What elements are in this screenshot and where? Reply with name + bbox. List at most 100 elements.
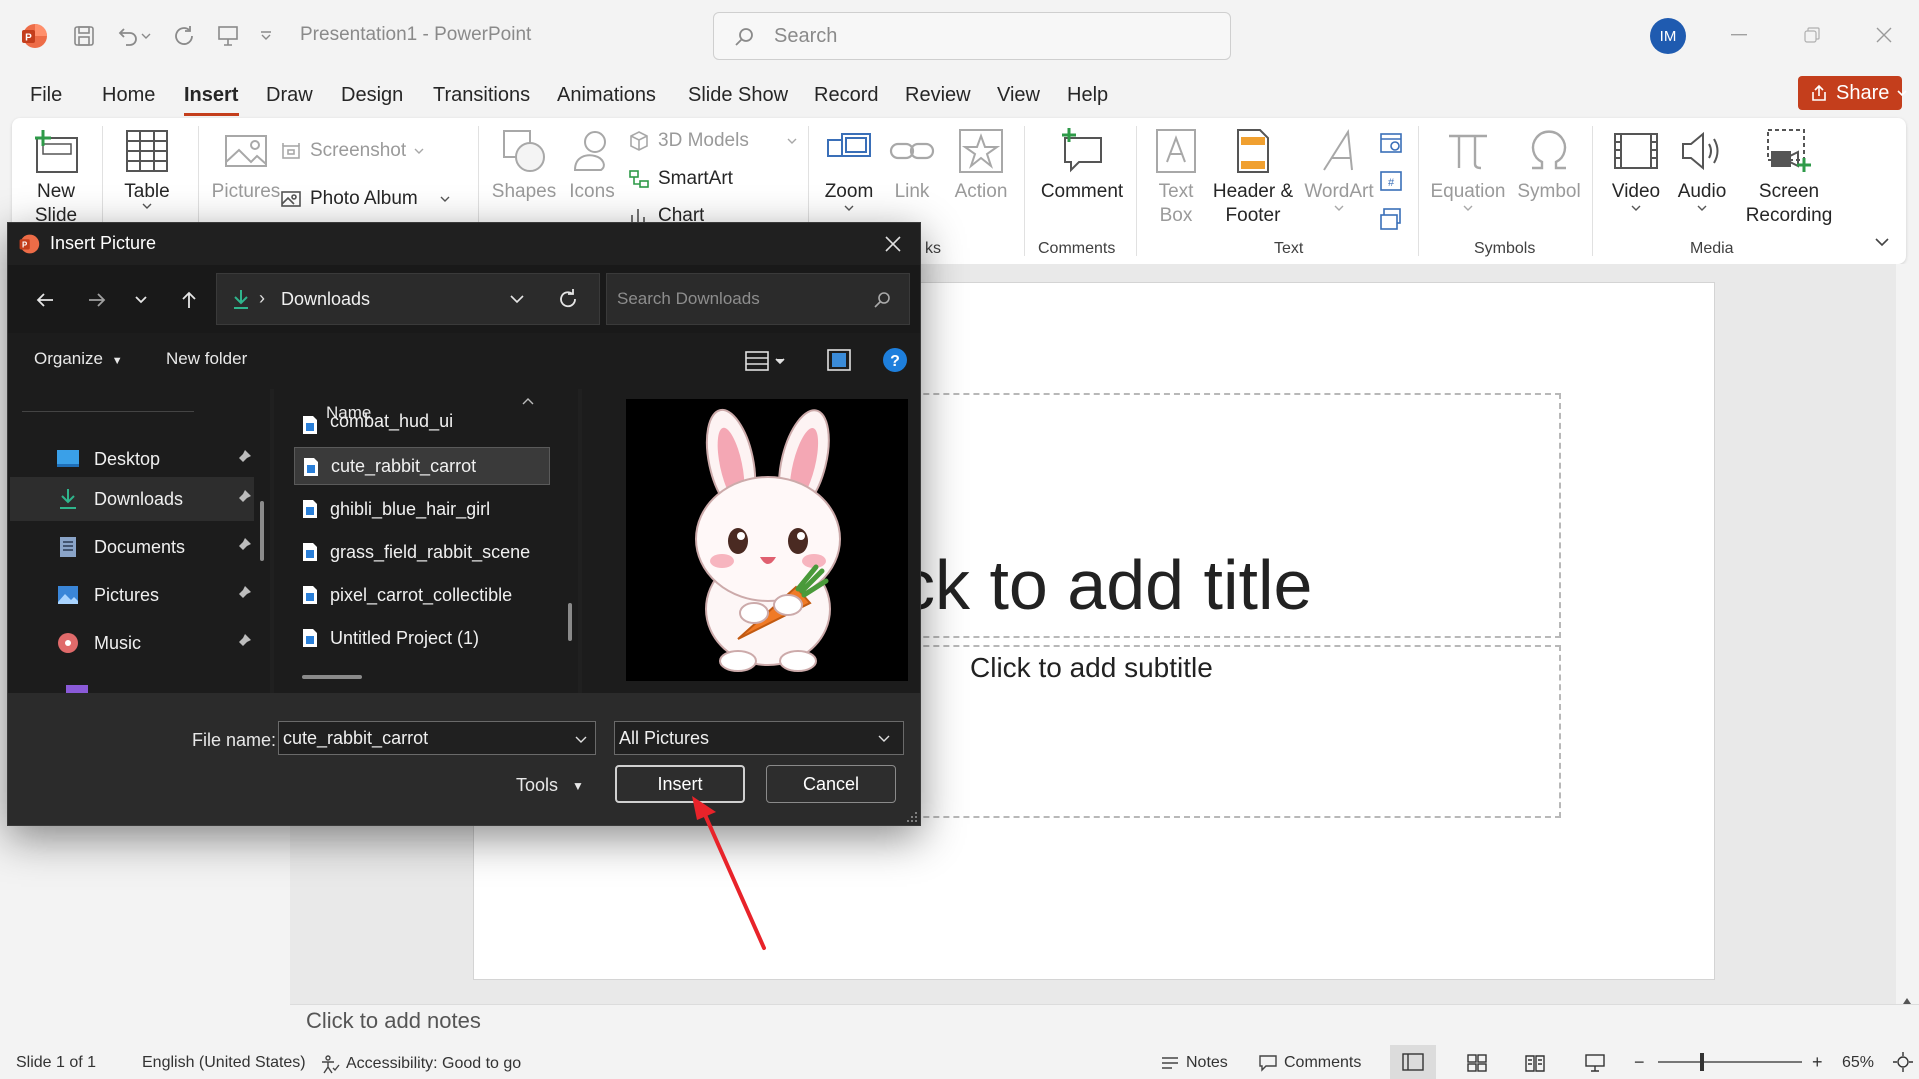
customize-toolbar-icon[interactable] [256, 18, 276, 54]
undo-dropdown-icon[interactable] [138, 18, 154, 54]
nav-item-downloads[interactable]: Downloads [10, 477, 254, 521]
audio-button[interactable]: Audio [1670, 126, 1734, 212]
notes-button[interactable]: Notes [1160, 1054, 1228, 1072]
equation-button[interactable]: Equation [1428, 126, 1508, 212]
shapes-button[interactable]: Shapes [490, 126, 558, 204]
preview-pane-icon[interactable] [826, 347, 852, 373]
file-name-input[interactable] [278, 721, 596, 755]
screen-recording-button[interactable]: Screen Recording [1738, 126, 1840, 228]
tab-review[interactable]: Review [905, 84, 971, 107]
new-folder-button[interactable]: New folder [166, 349, 247, 369]
redo-icon[interactable] [166, 18, 202, 54]
tab-transitions[interactable]: Transitions [433, 84, 530, 107]
tab-insert[interactable]: Insert [184, 84, 238, 107]
ribbon-collapse-icon[interactable] [1874, 236, 1890, 248]
tab-design[interactable]: Design [341, 84, 403, 107]
object-icon[interactable] [1378, 206, 1404, 232]
minimize-icon[interactable] [1724, 20, 1754, 50]
table-button[interactable]: Table [112, 126, 182, 210]
avatar[interactable]: IM [1650, 18, 1686, 54]
resize-grip-icon[interactable] [906, 811, 918, 823]
comment-button[interactable]: Comment [1034, 126, 1130, 204]
forward-arrow-icon[interactable] [80, 283, 114, 317]
vertical-scrollbar[interactable] [1896, 264, 1919, 1040]
header-footer-button[interactable]: Header & Footer [1210, 126, 1296, 228]
fit-slide-icon[interactable] [1892, 1051, 1914, 1073]
breadcrumb-downloads[interactable]: Downloads [281, 289, 370, 310]
new-slide-button[interactable]: New Slide [26, 126, 86, 228]
zoom-in-icon[interactable]: + [1812, 1052, 1823, 1073]
zoom-level[interactable]: 65% [1842, 1054, 1874, 1072]
back-arrow-icon[interactable] [28, 283, 62, 317]
icons-button[interactable]: Icons [562, 126, 622, 204]
save-icon[interactable] [66, 18, 102, 54]
tools-button[interactable]: Tools ▼ [516, 775, 584, 796]
pin-icon[interactable] [234, 449, 252, 467]
horizontal-scrollbar[interactable] [302, 675, 362, 679]
symbol-button[interactable]: Symbol [1514, 126, 1584, 204]
zoom-out-icon[interactable]: − [1634, 1052, 1645, 1073]
tab-file[interactable]: File [30, 84, 62, 107]
slideshow-view-icon[interactable] [1584, 1053, 1606, 1073]
list-item[interactable]: combat_hud_ui [294, 413, 550, 439]
file-list-scrollbar[interactable] [568, 603, 572, 641]
chevron-down-icon[interactable] [574, 735, 588, 745]
tab-view[interactable]: View [997, 84, 1040, 107]
tab-record[interactable]: Record [814, 84, 878, 107]
nav-item-music[interactable]: Music [10, 621, 254, 665]
help-icon[interactable]: ? [882, 347, 908, 373]
date-time-icon[interactable] [1378, 130, 1404, 156]
address-bar[interactable]: › Downloads [216, 273, 600, 325]
view-options-icon[interactable] [744, 349, 788, 373]
3d-models-button[interactable]: 3D Models [628, 130, 797, 152]
normal-view-button[interactable] [1390, 1045, 1436, 1079]
search-downloads-input[interactable]: Search Downloads [606, 273, 910, 325]
tab-draw[interactable]: Draw [266, 84, 313, 107]
zoom-slider[interactable] [1658, 1061, 1802, 1063]
text-box-button[interactable]: Text Box [1146, 126, 1206, 228]
language-indicator[interactable]: English (United States) [142, 1054, 306, 1072]
recent-locations-chevron-icon[interactable] [124, 283, 158, 317]
pin-icon[interactable] [234, 489, 252, 507]
slide-number-icon[interactable]: # [1378, 168, 1404, 194]
refresh-icon[interactable] [557, 288, 579, 310]
list-item[interactable]: Untitled Project (1) [294, 619, 550, 657]
tab-slide-show[interactable]: Slide Show [688, 84, 788, 107]
action-button[interactable]: Action [948, 126, 1014, 204]
nav-scrollbar[interactable] [260, 501, 264, 561]
restore-icon[interactable] [1797, 20, 1827, 50]
file-type-select[interactable]: All Pictures [614, 721, 904, 755]
reading-view-icon[interactable] [1524, 1053, 1546, 1073]
close-icon[interactable] [1869, 20, 1899, 50]
zoom-slider-thumb[interactable] [1700, 1053, 1704, 1071]
zoom-button[interactable]: Zoom [818, 126, 880, 212]
search-input[interactable]: Search [713, 12, 1231, 60]
up-arrow-icon[interactable] [172, 283, 206, 317]
slide-sorter-icon[interactable] [1466, 1053, 1488, 1073]
link-button[interactable]: Link [884, 126, 940, 204]
close-icon[interactable] [880, 231, 906, 257]
notes-pane[interactable] [290, 1004, 1919, 1040]
chevron-down-icon[interactable] [509, 294, 525, 304]
accessibility-checker[interactable]: Accessibility: Good to go [320, 1054, 521, 1074]
list-item-selected[interactable]: cute_rabbit_carrot [294, 447, 550, 485]
screenshot-button[interactable]: Screenshot [280, 140, 424, 162]
nav-item-pictures[interactable]: Pictures [10, 573, 254, 617]
list-item[interactable]: ghibli_blue_hair_girl [294, 490, 550, 528]
list-item[interactable]: grass_field_rabbit_scene [294, 533, 550, 571]
smartart-button[interactable]: SmartArt [628, 168, 733, 190]
nav-item-desktop[interactable]: Desktop [10, 437, 254, 481]
tab-home[interactable]: Home [102, 84, 155, 107]
pictures-button[interactable]: Pictures [208, 126, 284, 204]
wordart-button[interactable]: WordArt [1300, 126, 1378, 212]
tab-help[interactable]: Help [1067, 84, 1108, 107]
slide-indicator[interactable]: Slide 1 of 1 [16, 1054, 96, 1072]
present-icon[interactable] [210, 18, 246, 54]
cancel-button[interactable]: Cancel [766, 765, 896, 803]
pin-icon[interactable] [234, 633, 252, 651]
comments-button[interactable]: Comments [1258, 1054, 1361, 1072]
tab-animations[interactable]: Animations [557, 84, 656, 107]
photo-album-button[interactable]: Photo Album [280, 188, 450, 210]
nav-item-documents[interactable]: Documents [10, 525, 254, 569]
pin-icon[interactable] [234, 537, 252, 555]
